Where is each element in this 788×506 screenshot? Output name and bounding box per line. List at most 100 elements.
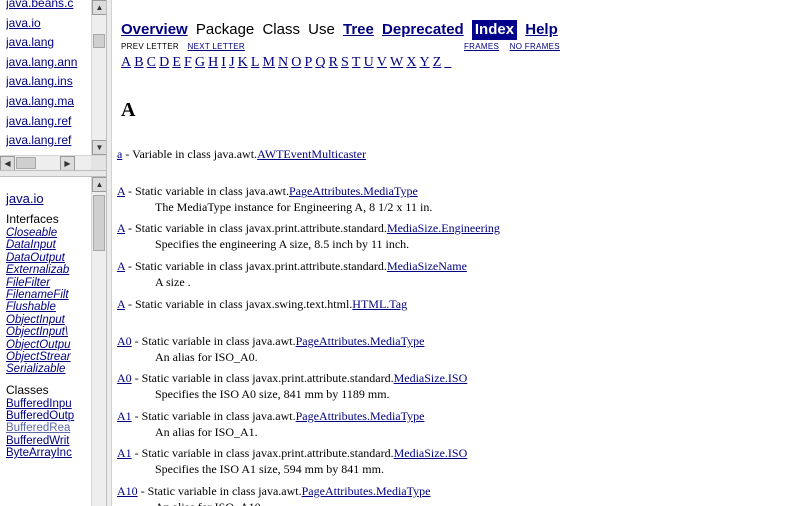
frame-divider-horizontal[interactable] [0, 170, 106, 177]
interface-link[interactable]: DataOutput [6, 252, 90, 264]
index-entry: A0 - Static variable in class javax.prin… [117, 370, 467, 386]
letter-link[interactable]: E [172, 55, 181, 70]
scroll-right-arrow-icon[interactable]: ▶ [60, 156, 75, 170]
nav-tree-link[interactable]: Tree [343, 20, 374, 40]
class-link[interactable]: BufferedOutp [6, 410, 90, 422]
entry-class-link[interactable]: MediaSizeName [387, 259, 467, 273]
letter-link[interactable]: F [184, 55, 192, 70]
next-letter-link[interactable]: NEXT LETTER [188, 42, 245, 51]
class-link[interactable]: BufferedInpu [6, 398, 90, 410]
interface-link[interactable]: DataInput [6, 239, 90, 251]
package-link[interactable]: java.beans.c [6, 0, 90, 14]
package-link[interactable]: java.lang.ref [6, 131, 90, 151]
scroll-down-arrow-icon[interactable]: ▼ [92, 140, 106, 155]
letter-link[interactable]: I [221, 55, 226, 70]
entry-class-link[interactable]: AWTEventMulticaster [257, 147, 366, 161]
letter-link[interactable]: Z [433, 55, 442, 70]
interface-link[interactable]: ObjectOutpu [6, 339, 90, 351]
interface-link[interactable]: Closeable [6, 227, 90, 239]
interface-link[interactable]: Externalizab [6, 264, 90, 276]
package-link[interactable]: java.io [6, 14, 90, 34]
entry-class-link[interactable]: MediaSize.ISO [394, 446, 468, 460]
interface-link[interactable]: Flushable [6, 301, 90, 313]
letter-link[interactable]: A [121, 55, 131, 70]
entry-term-link[interactable]: A [117, 221, 125, 235]
package-link[interactable]: java.lang.ann [6, 53, 90, 73]
entry-term-link[interactable]: A [117, 184, 125, 198]
letter-link[interactable]: C [147, 55, 156, 70]
letter-link[interactable]: T [352, 55, 361, 70]
entry-class-link[interactable]: MediaSize.ISO [394, 371, 468, 385]
entry-class-link[interactable]: PageAttributes.MediaType [302, 484, 431, 498]
letter-link[interactable]: H [208, 55, 218, 70]
interface-link[interactable]: ObjectStrear [6, 351, 90, 363]
entry-term-link[interactable]: A [117, 297, 125, 311]
letter-link[interactable]: R [329, 55, 338, 70]
scroll-left-arrow-icon[interactable]: ◀ [0, 156, 15, 170]
letter-link[interactable]: G [195, 55, 205, 70]
entry-term-link[interactable]: A10 [117, 484, 138, 498]
class-list-vertical-scrollbar[interactable]: ▲ [91, 177, 106, 506]
frames-link[interactable]: FRAMES [464, 42, 499, 51]
package-link[interactable]: java.lang.ref [6, 112, 90, 132]
package-list-horizontal-scrollbar[interactable]: ◀ ▶ [0, 155, 106, 170]
entry-term-link[interactable]: A0 [117, 334, 132, 348]
letter-link[interactable]: M [262, 55, 274, 70]
package-link[interactable]: java.lang.ma [6, 92, 90, 112]
nav-deprecated-link[interactable]: Deprecated [382, 20, 464, 40]
no-frames-link[interactable]: NO FRAMES [510, 42, 560, 51]
letter-link[interactable]: P [304, 55, 312, 70]
package-list-vertical-scrollbar[interactable]: ▲ ▼ [91, 0, 106, 155]
entry-term-link[interactable]: A1 [117, 409, 132, 423]
index-entry: A10 - Static variable in class java.awt.… [117, 483, 430, 499]
letter-link[interactable]: Q [315, 55, 325, 70]
class-link[interactable]: BufferedWrit [6, 435, 90, 447]
nav-help-link[interactable]: Help [525, 20, 558, 40]
entry-text: - Static variable in class javax.print.a… [131, 446, 394, 460]
scroll-corner [91, 156, 106, 170]
entry-term-link[interactable]: A0 [117, 371, 132, 385]
entry-class-link[interactable]: PageAttributes.MediaType [296, 334, 425, 348]
letter-link[interactable]: Y [420, 55, 430, 70]
nav-overview-link[interactable]: Overview [121, 20, 188, 40]
letter-link[interactable]: L [251, 55, 260, 70]
scroll-thumb[interactable] [93, 34, 105, 48]
letter-link[interactable]: S [341, 55, 349, 70]
entry-description: An alias for ISO_A1. [155, 425, 258, 439]
scroll-up-arrow-icon[interactable]: ▲ [92, 177, 106, 192]
entry-class-link[interactable]: MediaSize.Engineering [387, 221, 500, 235]
package-title-link[interactable]: java.io [6, 190, 90, 207]
letter-link[interactable]: K [238, 55, 248, 70]
letter-link[interactable]: _ [444, 55, 451, 70]
letter-link[interactable]: X [406, 55, 416, 70]
entry-class-link[interactable]: PageAttributes.MediaType [289, 184, 418, 198]
interface-link[interactable]: Serializable [6, 363, 90, 375]
class-link[interactable]: BufferedRea [6, 422, 90, 434]
package-link[interactable]: java.lang [6, 33, 90, 53]
entry-class-link[interactable]: HTML.Tag [352, 297, 407, 311]
entry-class-link[interactable]: PageAttributes.MediaType [296, 409, 425, 423]
interface-link[interactable]: ObjectInput\ [6, 326, 90, 338]
letter-link[interactable]: O [291, 55, 301, 70]
interface-link[interactable]: FileFilter [6, 277, 90, 289]
letter-link[interactable]: B [134, 55, 143, 70]
interface-link[interactable]: FilenameFilt [6, 289, 90, 301]
letter-link[interactable]: J [229, 55, 234, 70]
letter-link[interactable]: D [159, 55, 169, 70]
package-link[interactable]: java.lang.ins [6, 72, 90, 92]
letter-link[interactable]: N [278, 55, 288, 70]
letter-link[interactable]: U [364, 55, 374, 70]
index-entry: A0 - Static variable in class java.awt.P… [117, 333, 424, 349]
letter-link[interactable]: V [377, 55, 387, 70]
nav-class-label: Class [262, 21, 300, 38]
entry-description: Specifies the ISO A1 size, 594 mm by 841… [155, 462, 384, 476]
entry-term-link[interactable]: A1 [117, 446, 132, 460]
letter-index-bar: A B C D E F G H I J K L M N O P Q R S T U V W X Y Z _ [121, 54, 455, 71]
interface-link[interactable]: ObjectInput [6, 314, 90, 326]
entry-term-link[interactable]: A [117, 259, 125, 273]
scroll-thumb-horizontal[interactable] [16, 157, 36, 169]
letter-link[interactable]: W [390, 55, 403, 70]
scroll-thumb[interactable] [93, 195, 105, 251]
scroll-up-arrow-icon[interactable]: ▲ [92, 0, 106, 15]
class-link[interactable]: ByteArrayInc [6, 447, 90, 459]
